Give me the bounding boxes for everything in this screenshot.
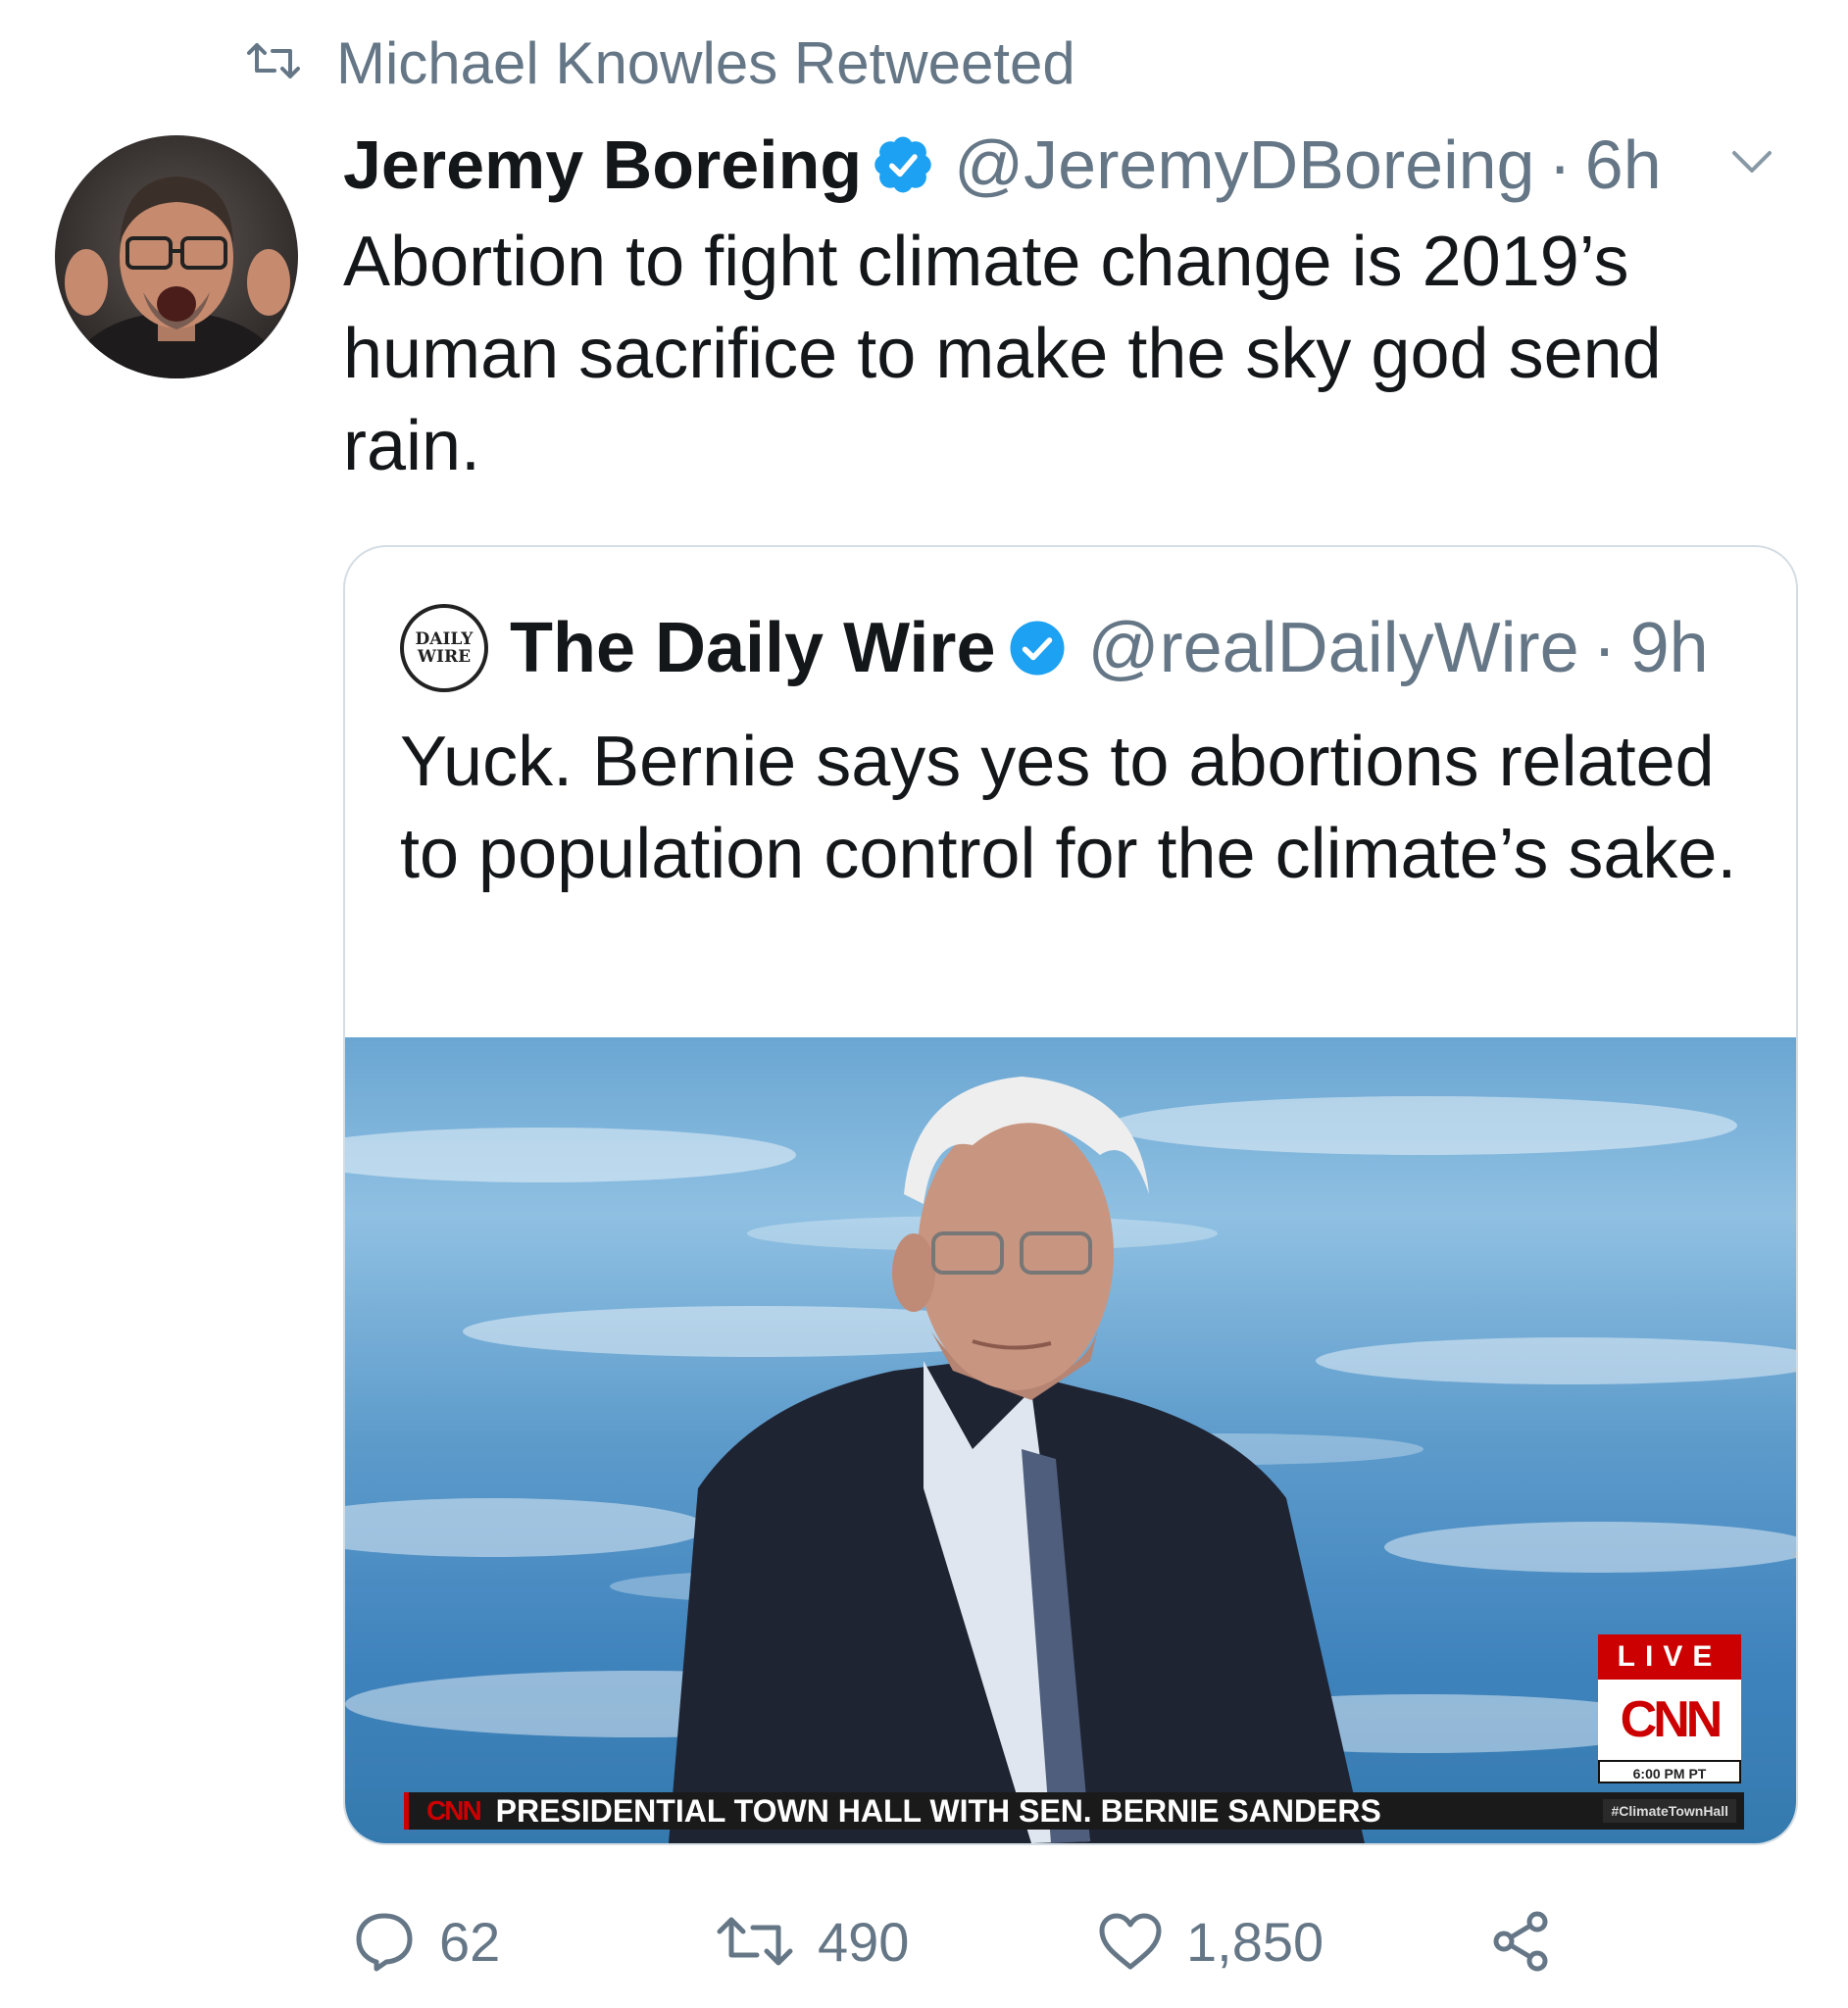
reply-count: 62	[439, 1910, 501, 1973]
ticker-headline: PRESIDENTIAL TOWN HALL WITH SEN. BERNIE …	[495, 1792, 1381, 1829]
like-button[interactable]: 1,850	[1098, 1902, 1324, 1981]
live-label: LIVE	[1598, 1634, 1741, 1680]
live-badge: LIVE CNN 6:00 PM PT	[1598, 1634, 1741, 1783]
cnn-logo: CNN	[1620, 1691, 1723, 1748]
quoted-tweet-text: Yuck. Bernie says yes to abortions relat…	[400, 723, 1737, 893]
tweet-header: Jeremy Boreing @JeremyDBoreing · 6h	[343, 126, 1662, 204]
ticker-network: CNN	[426, 1795, 482, 1826]
logo-text-line1: DAILY	[415, 629, 474, 649]
separator-dot: ·	[1548, 126, 1572, 203]
share-icon	[1490, 1910, 1553, 1973]
author-avatar[interactable]	[55, 135, 298, 378]
quoted-tweet-card[interactable]: DAILY WIRE The Daily Wire @realDailyWire…	[343, 545, 1798, 1845]
logo-text-line2: WIRE	[417, 647, 472, 667]
author-name[interactable]: Jeremy Boreing	[343, 126, 862, 204]
retweet-context-text[interactable]: Michael Knowles Retweeted	[336, 29, 1075, 97]
tweet-text: Abortion to fight climate change is 2019…	[343, 223, 1662, 485]
reply-icon	[353, 1910, 416, 1973]
share-button[interactable]	[1490, 1902, 1553, 1981]
tweet-timestamp[interactable]: 6h	[1585, 126, 1662, 204]
ticker-hashtag: #ClimateTownHall	[1603, 1799, 1736, 1823]
retweet-icon	[716, 1914, 794, 1969]
quoted-tweet-header: DAILY WIRE The Daily Wire @realDailyWire…	[400, 604, 1709, 692]
chevron-down-icon[interactable]	[1730, 147, 1773, 181]
quoted-author-name[interactable]: The Daily Wire	[510, 608, 996, 688]
like-count: 1,850	[1186, 1910, 1324, 1973]
verified-badge-icon	[1008, 619, 1067, 678]
retweet-context: Michael Knowles Retweeted	[245, 29, 1075, 97]
daily-wire-logo: DAILY WIRE	[400, 604, 488, 692]
quoted-tweet-timestamp[interactable]: 9h	[1630, 608, 1709, 688]
retweet-count: 490	[818, 1910, 910, 1973]
verified-badge-icon	[874, 135, 932, 194]
video-thumbnail[interactable]: LIVE CNN 6:00 PM PT CNN PRESIDENTIAL TOW…	[345, 1037, 1796, 1843]
news-ticker: CNN PRESIDENTIAL TOWN HALL WITH SEN. BER…	[404, 1792, 1744, 1830]
author-handle[interactable]: @JeremyDBoreing	[954, 126, 1534, 204]
retweet-icon	[245, 41, 302, 85]
quoted-author-handle[interactable]: @realDailyWire	[1088, 608, 1579, 688]
broadcast-time: 6:00 PM PT	[1598, 1760, 1741, 1783]
separator-dot: ·	[1592, 609, 1617, 687]
cnn-logo-box: CNN	[1598, 1680, 1741, 1760]
heart-icon	[1098, 1912, 1163, 1971]
retweet-button[interactable]: 490	[716, 1902, 909, 1981]
reply-button[interactable]: 62	[353, 1902, 500, 1981]
